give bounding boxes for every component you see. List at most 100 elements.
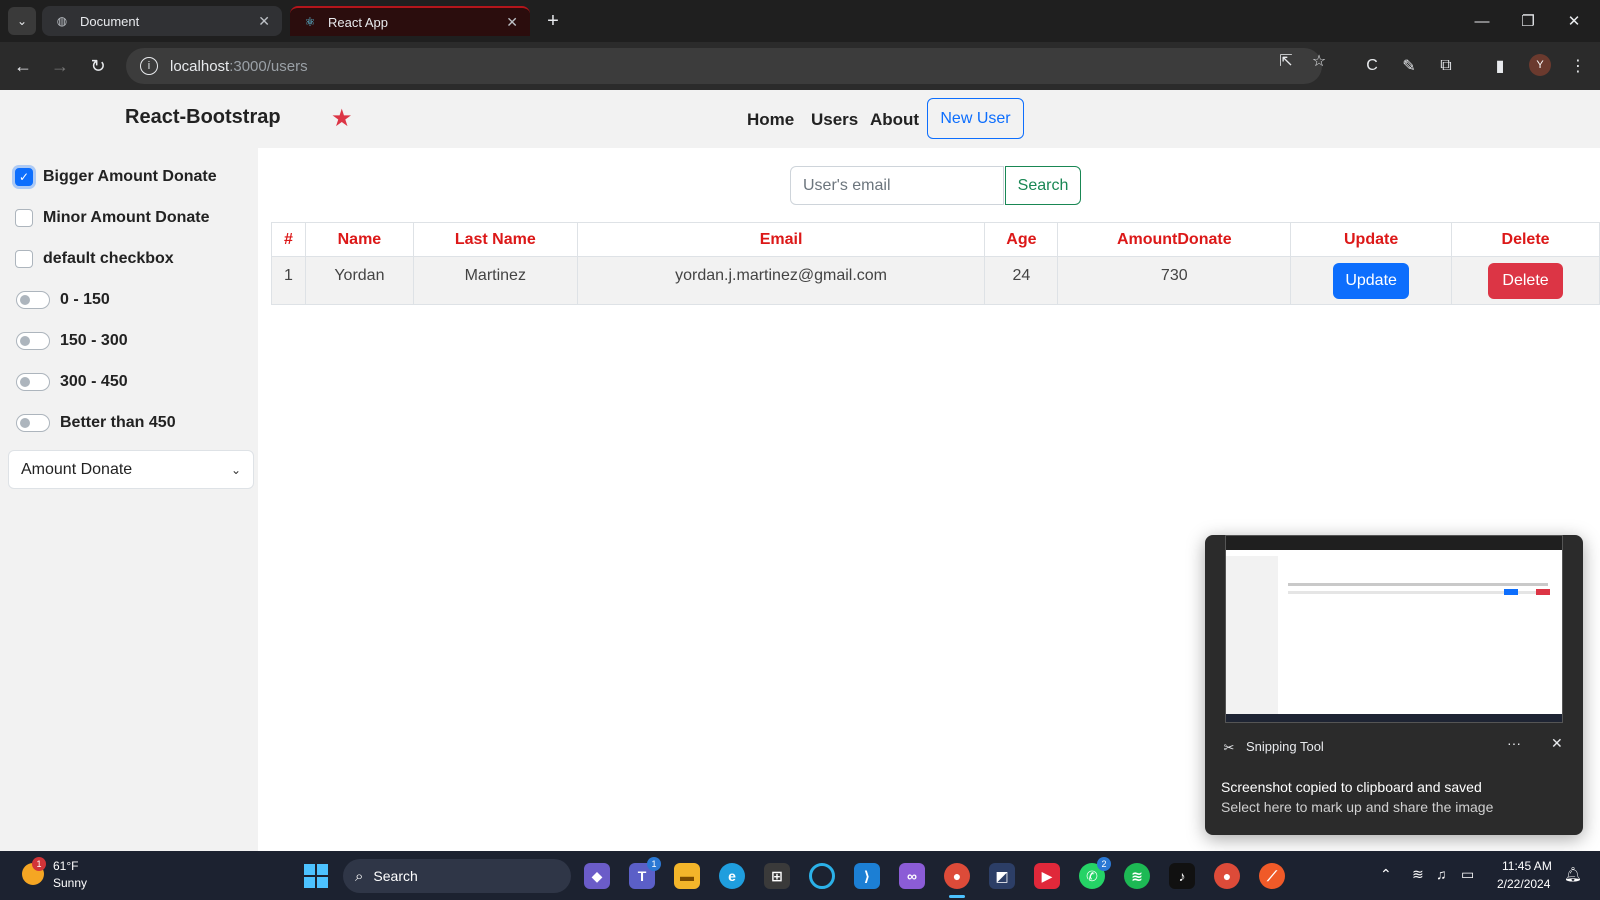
checkbox-label: default checkbox <box>43 250 174 267</box>
browser-tab-strip: ⌄ ◍ Document ✕ ⚛ React App ✕ + — ❐ ✕ <box>0 0 1600 42</box>
delete-button[interactable]: Delete <box>1488 262 1563 299</box>
more-options-icon[interactable]: ··· <box>1507 735 1521 751</box>
snipping-app-icon[interactable]: ◩ <box>989 863 1015 889</box>
email-search-input[interactable] <box>790 166 1004 205</box>
nav-link-about[interactable]: About <box>870 110 919 130</box>
tab-react-app[interactable]: ⚛ React App ✕ <box>290 6 530 36</box>
cell-id: 1 <box>271 256 306 305</box>
search-button[interactable]: Search <box>1005 166 1081 205</box>
chevron-up-icon[interactable]: ⌃ <box>1380 866 1392 883</box>
weather-condition[interactable]: Sunny <box>53 876 87 890</box>
toast-close-icon[interactable]: ✕ <box>1551 735 1563 752</box>
new-tab-icon[interactable]: + <box>540 8 566 34</box>
file-explorer-icon[interactable]: ▬ <box>674 863 700 889</box>
cell-name: Yordan <box>304 256 414 305</box>
side-panel-icon[interactable]: ▮ <box>1488 54 1512 78</box>
restore-icon[interactable]: ❐ <box>1515 8 1541 34</box>
switch-label: 300 - 450 <box>60 373 128 390</box>
notification-bell-icon[interactable]: 🔔︎ <box>1564 866 1582 883</box>
amount-donate-select[interactable]: Amount Donate ⌄ <box>8 450 254 489</box>
close-tab-icon[interactable]: ✕ <box>258 13 270 30</box>
alexa-icon[interactable] <box>809 863 835 889</box>
tab-document[interactable]: ◍ Document ✕ <box>42 6 282 36</box>
site-info-icon[interactable]: i <box>140 57 158 75</box>
address-bar[interactable]: i localhost:3000/users <box>126 48 1322 84</box>
table-header-row: # Name Last Name Email Age AmountDonate … <box>271 222 1600 257</box>
media-player-icon[interactable]: ▶ <box>1034 863 1060 889</box>
url-path: :3000/users <box>229 57 308 75</box>
reload-icon[interactable]: ↻ <box>86 54 110 78</box>
profile-avatar[interactable]: Y <box>1529 54 1551 76</box>
checkbox-box[interactable] <box>15 209 33 227</box>
switch-0-150[interactable]: 0 - 150 <box>16 291 110 309</box>
tab-search-icon[interactable]: ⌄ <box>8 7 36 35</box>
start-windows-icon[interactable] <box>304 864 328 888</box>
taskbar-search-label: Search <box>373 868 418 884</box>
toast-app-name: Snipping Tool <box>1246 739 1324 754</box>
spotify-icon[interactable]: ≋ <box>1124 863 1150 889</box>
volume-icon[interactable]: ♫ <box>1436 866 1447 882</box>
cell-delete: Delete <box>1451 256 1600 305</box>
switch-better-than-450[interactable]: Better than 450 <box>16 414 176 432</box>
nav-link-users[interactable]: Users <box>811 110 858 130</box>
clock-date[interactable]: 2/22/2024 <box>1497 877 1550 891</box>
chrome-icon[interactable]: ● <box>944 863 970 889</box>
update-button[interactable]: Update <box>1333 262 1409 299</box>
column-header-update: Update <box>1290 222 1453 257</box>
weather-badge: 1 <box>32 857 46 871</box>
edge-icon[interactable]: e <box>719 863 745 889</box>
battery-icon[interactable]: ▭ <box>1461 866 1474 883</box>
tiktok-icon[interactable]: ♪ <box>1169 863 1195 889</box>
app-navbar: React-Bootstrap ★ Home Users About New U… <box>0 90 1600 148</box>
brand-title[interactable]: React-Bootstrap <box>125 106 281 129</box>
toggle-switch[interactable] <box>16 332 50 350</box>
taskbar-search[interactable]: ⌕ Search <box>343 859 571 893</box>
eyedropper-icon[interactable]: ✎ <box>1397 54 1421 78</box>
store-icon[interactable]: ⊞ <box>764 863 790 889</box>
new-user-button[interactable]: New User <box>927 98 1024 139</box>
open-in-app-icon[interactable]: ⇱ <box>1276 51 1296 71</box>
visual-studio-icon[interactable]: ∞ <box>899 863 925 889</box>
bookmark-star-icon[interactable]: ☆ <box>1309 51 1329 71</box>
extensions-puzzle-icon[interactable]: ⧉ <box>1434 54 1458 78</box>
forward-icon[interactable]: → <box>48 54 72 78</box>
switch-300-450[interactable]: 300 - 450 <box>16 373 128 391</box>
whatsapp-icon[interactable]: ✆ 2 <box>1079 857 1111 889</box>
menu-kebab-icon[interactable]: ⋮ <box>1566 54 1590 78</box>
nav-link-home[interactable]: Home <box>747 110 794 130</box>
window-close-icon[interactable]: ✕ <box>1561 8 1587 34</box>
teams-icon[interactable]: T1 <box>629 857 661 889</box>
toggle-switch[interactable] <box>16 414 50 432</box>
checkbox-bigger-amount[interactable]: ✓ Bigger Amount Donate <box>15 168 217 186</box>
wifi-icon[interactable]: ≋ <box>1412 866 1424 883</box>
column-header-delete: Delete <box>1451 222 1600 257</box>
weather-temperature[interactable]: 61°F <box>53 859 78 873</box>
snipping-tool-notification[interactable]: ✂ Snipping Tool ··· ✕ Screenshot copied … <box>1205 535 1583 835</box>
vscode-icon[interactable]: ⟩ <box>854 863 880 889</box>
switch-150-300[interactable]: 150 - 300 <box>16 332 128 350</box>
checkbox-label: Bigger Amount Donate <box>43 168 217 185</box>
back-icon[interactable]: ← <box>11 54 35 78</box>
clock-time[interactable]: 11:45 AM <box>1502 859 1552 873</box>
checkbox-box[interactable] <box>15 250 33 268</box>
switch-label: Better than 450 <box>60 414 176 431</box>
close-tab-icon[interactable]: ✕ <box>506 14 518 31</box>
checkbox-checked-icon[interactable]: ✓ <box>15 168 33 186</box>
chrome-profile-icon[interactable]: ● <box>1214 863 1240 889</box>
toggle-switch[interactable] <box>16 291 50 309</box>
teams-badge: 1 <box>647 857 661 871</box>
toggle-switch[interactable] <box>16 373 50 391</box>
screenshot-thumbnail[interactable] <box>1225 535 1563 723</box>
cell-email: yordan.j.martinez@gmail.com <box>576 256 986 305</box>
minimize-icon[interactable]: — <box>1469 8 1495 34</box>
switch-label: 0 - 150 <box>60 291 110 308</box>
column-header-id: # <box>271 222 306 257</box>
extension-c-icon[interactable]: C <box>1360 54 1384 78</box>
windows-taskbar: 1 61°F Sunny ⌕ Search ◆ T1 ▬ e ⊞ ⟩ ∞ ● ◩… <box>0 851 1600 900</box>
postman-icon[interactable]: ⟋ <box>1259 863 1285 889</box>
copilot-icon[interactable]: ◆ <box>584 863 610 889</box>
snipping-tool-icon: ✂ <box>1223 740 1235 755</box>
checkbox-minor-amount[interactable]: Minor Amount Donate <box>15 209 210 227</box>
browser-toolbar: ← → ↻ i localhost:3000/users ⇱ ☆ C ✎ ⧉ ▮… <box>0 42 1600 90</box>
checkbox-default[interactable]: default checkbox <box>15 250 174 268</box>
